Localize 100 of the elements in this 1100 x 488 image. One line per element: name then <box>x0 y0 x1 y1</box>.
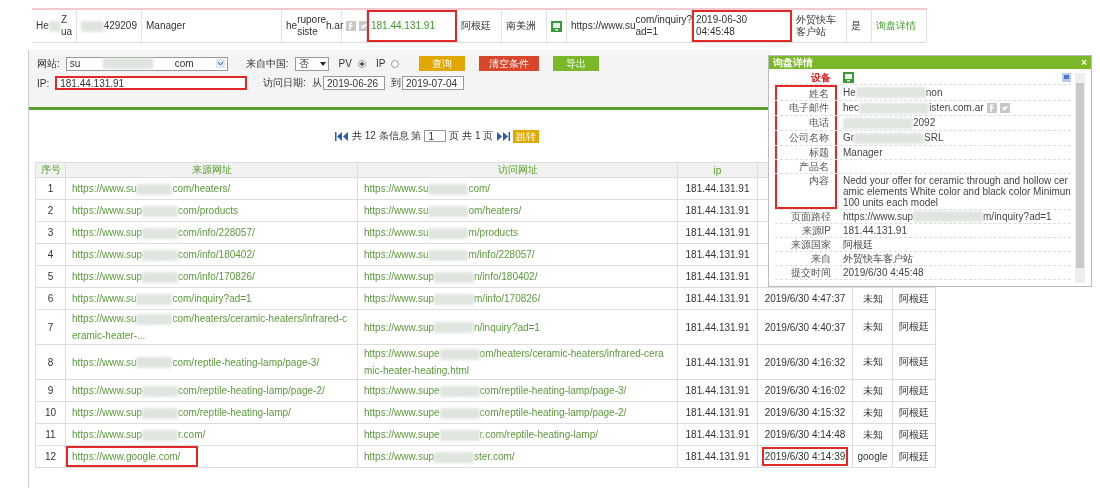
field-value: 2092 <box>843 116 936 129</box>
field-label: 标题 <box>775 145 837 159</box>
share-icon[interactable] <box>359 21 369 31</box>
table-cell: 阿根廷 <box>457 10 502 42</box>
page-total: 页 共 1 页 <box>449 129 494 143</box>
field-label: 电子邮件 <box>775 101 837 115</box>
jump-button[interactable]: 跳转 <box>513 129 540 143</box>
table-cell: 8 <box>47 356 54 368</box>
redaction-blur <box>81 20 104 32</box>
field-label: 内容 <box>775 173 837 209</box>
table-cell: 未知 <box>862 384 883 396</box>
table-cell: google <box>857 451 888 462</box>
filter-button[interactable]: 查询 <box>419 56 466 71</box>
table-cell: 阿根廷 <box>899 321 929 332</box>
table-cell: 是 <box>847 10 872 42</box>
table-cell: 未知 <box>862 428 883 440</box>
redaction-blur <box>434 271 475 283</box>
caret-icon <box>319 61 326 66</box>
date-field[interactable]: 2019-06-26 <box>323 76 385 90</box>
column-header: ip <box>713 164 722 176</box>
table-cell: 181.44.131.91 <box>685 249 750 260</box>
table-cell-text: 2019/6/30 4:15:32 <box>763 406 847 420</box>
note-icon[interactable] <box>1062 73 1071 82</box>
monitor-icon <box>551 20 562 32</box>
table-cell: 181.44.131.91 <box>685 293 750 304</box>
table-cell: 3 <box>47 227 54 238</box>
table-cell: 未知 <box>862 406 883 418</box>
details-link[interactable]: 询盘详情 <box>876 20 916 32</box>
redaction-blur <box>142 407 179 419</box>
from-china-label: 来自中国: <box>245 56 289 71</box>
table-cell-text: 2019/6/30 4:16:02 <box>763 384 847 398</box>
column-header: 序号 <box>40 164 61 175</box>
redaction-blur <box>142 271 179 283</box>
site-select[interactable]: su com <box>65 56 228 71</box>
field-value: Manager <box>843 146 883 158</box>
redaction-blur <box>48 20 61 32</box>
table-cell: 1 <box>47 183 54 194</box>
date-field[interactable]: 2019-07-04 <box>402 76 464 90</box>
filter-button[interactable]: 清空条件 <box>479 56 540 71</box>
mode-label: IP <box>375 58 386 69</box>
first-page-icon[interactable] <box>335 131 349 141</box>
table-cell-text: 2019/6/30 4:47:37 <box>763 292 847 306</box>
table-cell: 181.44.131.91 <box>367 10 457 42</box>
table-cell: 阿根廷 <box>899 406 929 418</box>
field-value: https://www.sup m/inquiry?ad=1 <box>843 210 1052 223</box>
table-cell: Manager <box>142 10 282 42</box>
field-label: 产品名 <box>775 159 837 173</box>
field-label: 电话 <box>775 115 837 130</box>
table-cell: 未知 <box>862 356 883 367</box>
redaction-blur <box>136 313 173 325</box>
redaction-blur <box>855 87 926 99</box>
field-label: 设备 <box>810 71 832 84</box>
table-cell: 2019/6/30 4:14:39 <box>761 447 849 466</box>
field-value: 阿根廷 <box>843 239 873 251</box>
table-cell: 181.44.131.91 <box>685 429 750 440</box>
radio-button[interactable] <box>357 59 366 68</box>
caret-icon <box>215 59 225 68</box>
redaction-blur <box>434 322 475 334</box>
field-value: He non <box>843 86 943 99</box>
redaction-blur <box>136 357 173 369</box>
redaction-blur <box>428 249 469 261</box>
redaction-blur <box>439 385 480 397</box>
page-field[interactable]: 1 <box>424 130 447 142</box>
table-cell: 外贸快车客户站 <box>792 10 847 42</box>
redaction-blur <box>142 429 179 441</box>
scrollbar[interactable] <box>1075 73 1085 283</box>
table-cell: 阿根廷 <box>899 450 929 462</box>
table-cell: 429209 <box>77 10 142 42</box>
table-cell: 2 <box>47 205 54 216</box>
table-cell: 181.44.131.91 <box>685 205 750 216</box>
table-cell: 阿根廷 <box>899 292 929 304</box>
table-cell: 181.44.131.91 <box>685 451 750 462</box>
redaction-blur <box>142 205 179 217</box>
mode-label: PV <box>338 58 352 69</box>
table-cell: 9 <box>47 385 54 396</box>
table-cell-text: 2019/6/30 4:14:48 <box>763 428 847 442</box>
field-label: 来自 <box>810 252 832 266</box>
field-label: 姓名 <box>775 85 837 100</box>
dialog-title: 询盘详情 <box>773 56 813 70</box>
field-value: 2019/6/30 4:45:48 <box>843 267 924 279</box>
table-cell: 7 <box>47 321 54 333</box>
from-china-select[interactable]: 否 <box>294 56 329 71</box>
table-cell: 未知 <box>862 292 883 304</box>
ip-field[interactable]: 181.44.131.91 <box>55 76 248 90</box>
redaction-blur <box>439 348 480 360</box>
table-cell: 181.44.131.91 <box>685 385 750 396</box>
table-cell: 5 <box>47 271 54 282</box>
from-label: 从 <box>312 76 322 90</box>
column-header: 访问网址 <box>497 164 538 175</box>
radio-button[interactable] <box>391 59 400 68</box>
last-page-icon[interactable] <box>496 131 511 141</box>
redaction-blur <box>434 451 475 463</box>
filter-button[interactable]: 导出 <box>553 56 600 71</box>
table-cell: 南美洲 <box>502 10 547 42</box>
close-button[interactable]: × <box>1081 57 1087 68</box>
table-cell: 阿根廷 <box>899 384 929 396</box>
field-value: Gr SRL <box>843 131 944 144</box>
field-value: hec isten.com.ar <box>843 102 984 114</box>
table-cell: He Z ua <box>32 10 77 42</box>
table-cell-text: 2019/6/30 4:40:37 <box>763 320 847 335</box>
